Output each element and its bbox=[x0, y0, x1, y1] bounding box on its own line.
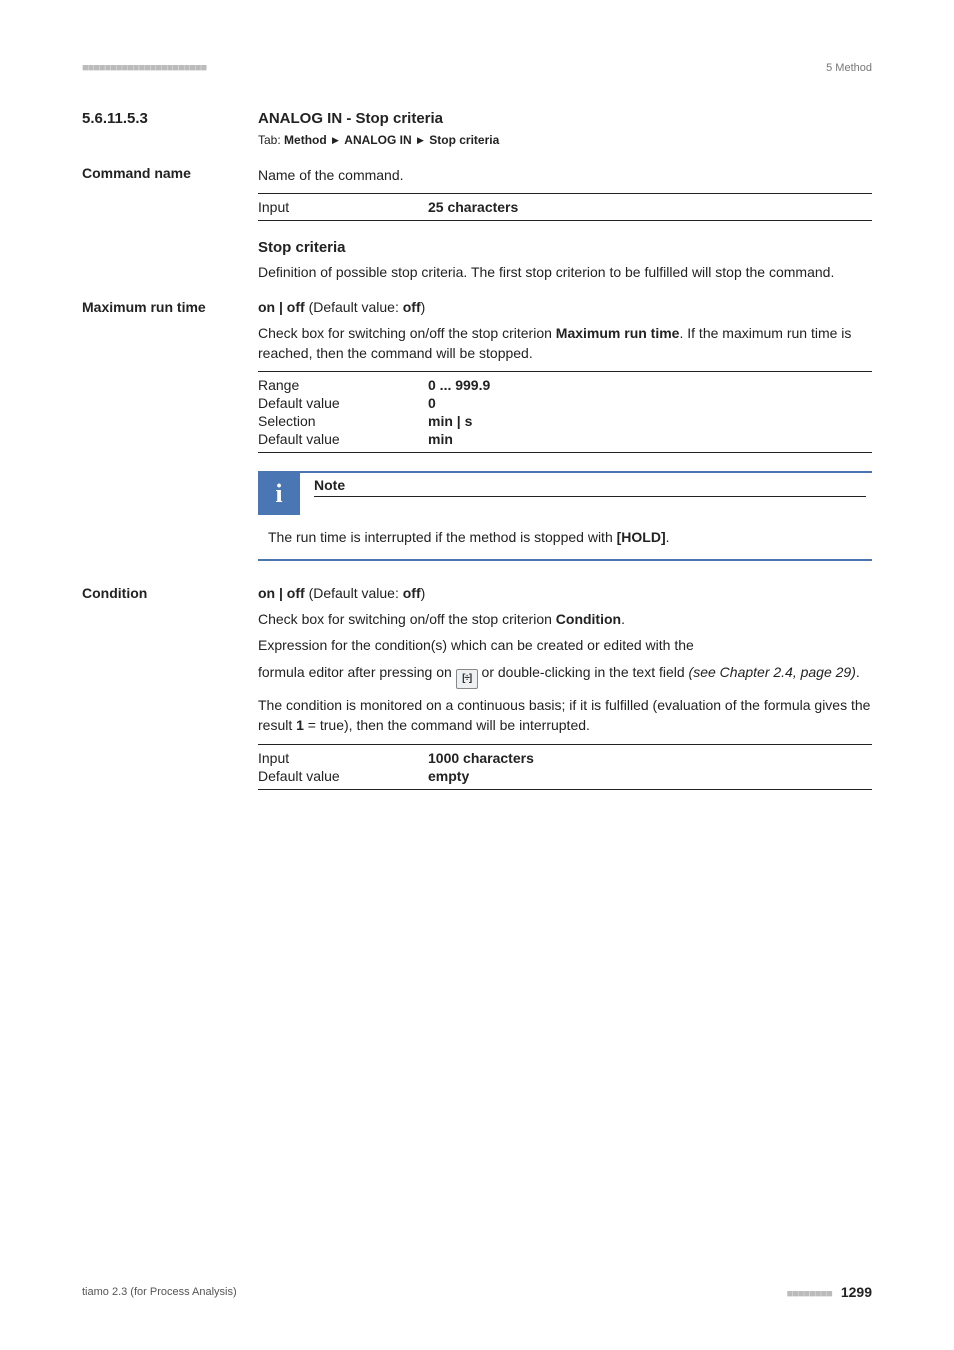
onoff-default: off bbox=[403, 585, 421, 601]
triangle-icon: ▶ bbox=[417, 135, 424, 146]
onoff-default: off bbox=[403, 299, 421, 315]
param-key: Default value bbox=[258, 395, 428, 411]
condition-onoff: on | off (Default value: off) bbox=[258, 585, 872, 601]
condition-line3: formula editor after pressing on [÷] or … bbox=[258, 662, 872, 689]
desc-bold: Maximum run time bbox=[556, 325, 680, 341]
l3-ref: (see Chapter 2.4, page 29) bbox=[689, 664, 856, 680]
command-name-table: Input 25 characters bbox=[258, 193, 872, 221]
onoff-mid: (Default value: bbox=[305, 299, 403, 315]
command-name-desc: Name of the command. bbox=[258, 165, 872, 185]
l3-post: or double-clicking in the text field bbox=[478, 664, 689, 680]
onoff-values: on | off bbox=[258, 585, 305, 601]
l3-end: . bbox=[856, 664, 860, 680]
onoff-mid: (Default value: bbox=[305, 585, 403, 601]
l4-bold: 1 bbox=[296, 717, 304, 733]
param-val: empty bbox=[428, 768, 469, 784]
param-val: 0 ... 999.9 bbox=[428, 377, 490, 393]
l1-bold: Condition bbox=[556, 611, 621, 627]
note-title: Note bbox=[314, 477, 866, 497]
table-row: Range 0 ... 999.9 bbox=[258, 376, 872, 394]
table-row: Default value min bbox=[258, 430, 872, 448]
l1-pre: Check box for switching on/off the stop … bbox=[258, 611, 556, 627]
condition-label: Condition bbox=[82, 585, 258, 601]
l3-pre: formula editor after pressing on bbox=[258, 664, 456, 680]
tab-part-2: Stop criteria bbox=[429, 133, 499, 147]
footer-dashes: ■■■■■■■■ bbox=[787, 1288, 832, 1300]
header-section: 5 Method bbox=[826, 62, 872, 74]
triangle-icon: ▶ bbox=[332, 135, 339, 146]
condition-line4: The condition is monitored on a continuo… bbox=[258, 695, 872, 736]
table-row: Selection min | s bbox=[258, 412, 872, 430]
param-key: Input bbox=[258, 750, 428, 766]
param-key: Selection bbox=[258, 413, 428, 429]
tab-part-1: ANALOG IN bbox=[344, 133, 411, 147]
table-row: Default value empty bbox=[258, 767, 872, 785]
condition-block: Condition on | off (Default value: off) … bbox=[82, 585, 872, 789]
footer-left: tiamo 2.3 (for Process Analysis) bbox=[82, 1286, 237, 1298]
param-val: min bbox=[428, 431, 453, 447]
tab-prefix: Tab: bbox=[258, 133, 281, 147]
footer-page: 1299 bbox=[841, 1284, 872, 1300]
onoff-post: ) bbox=[421, 585, 426, 601]
footer-right: ■■■■■■■■ 1299 bbox=[787, 1284, 872, 1300]
param-key: Input bbox=[258, 199, 428, 215]
stop-criteria-heading: Stop criteria bbox=[258, 239, 872, 256]
param-val: 25 characters bbox=[428, 199, 518, 215]
l4-post: = true), then the command will be interr… bbox=[304, 717, 590, 733]
note-post: . bbox=[666, 529, 670, 545]
section-number: 5.6.11.5.3 bbox=[82, 110, 258, 127]
table-row: Default value 0 bbox=[258, 394, 872, 412]
condition-table: Input 1000 characters Default value empt… bbox=[258, 744, 872, 790]
stop-criteria-block: Stop criteria Definition of possible sto… bbox=[258, 239, 872, 282]
onoff-post: ) bbox=[421, 299, 426, 315]
note-bold: [HOLD] bbox=[617, 529, 666, 545]
param-key: Default value bbox=[258, 431, 428, 447]
header-dashes-left: ■■■■■■■■■■■■■■■■■■■■■■ bbox=[82, 62, 206, 74]
tab-breadcrumb: Tab: Method ▶ ANALOG IN ▶ Stop criteria bbox=[258, 133, 872, 147]
note-body: The run time is interrupted if the metho… bbox=[258, 515, 872, 559]
command-name-block: Command name Name of the command. Input … bbox=[82, 165, 872, 221]
page-header: ■■■■■■■■■■■■■■■■■■■■■■ 5 Method bbox=[82, 62, 872, 74]
section-title: ANALOG IN - Stop criteria bbox=[258, 110, 443, 127]
info-icon: i bbox=[258, 473, 300, 515]
page-footer: tiamo 2.3 (for Process Analysis) ■■■■■■■… bbox=[82, 1284, 872, 1300]
stop-criteria-desc: Definition of possible stop criteria. Th… bbox=[258, 262, 872, 282]
desc-pre: Check box for switching on/off the stop … bbox=[258, 325, 556, 341]
table-row: Input 25 characters bbox=[258, 198, 872, 216]
param-key: Default value bbox=[258, 768, 428, 784]
condition-line1: Check box for switching on/off the stop … bbox=[258, 609, 872, 629]
max-run-block: Maximum run time on | off (Default value… bbox=[82, 299, 872, 572]
param-val: 1000 characters bbox=[428, 750, 534, 766]
condition-line2: Expression for the condition(s) which ca… bbox=[258, 635, 872, 655]
l1-post: . bbox=[621, 611, 625, 627]
max-run-label: Maximum run time bbox=[82, 299, 258, 315]
onoff-values: on | off bbox=[258, 299, 305, 315]
note-box: i Note The run time is interrupted if th… bbox=[258, 471, 872, 561]
param-val: min | s bbox=[428, 413, 472, 429]
tab-part-0: Method bbox=[284, 133, 327, 147]
command-name-label: Command name bbox=[82, 165, 258, 181]
param-key: Range bbox=[258, 377, 428, 393]
param-val: 0 bbox=[428, 395, 436, 411]
max-run-desc: Check box for switching on/off the stop … bbox=[258, 323, 872, 364]
table-row: Input 1000 characters bbox=[258, 749, 872, 767]
max-run-onoff: on | off (Default value: off) bbox=[258, 299, 872, 315]
note-pre: The run time is interrupted if the metho… bbox=[268, 529, 617, 545]
max-run-table: Range 0 ... 999.9 Default value 0 Select… bbox=[258, 371, 872, 453]
formula-editor-icon: [÷] bbox=[456, 669, 478, 689]
section-heading-row: 5.6.11.5.3 ANALOG IN - Stop criteria bbox=[82, 110, 872, 127]
